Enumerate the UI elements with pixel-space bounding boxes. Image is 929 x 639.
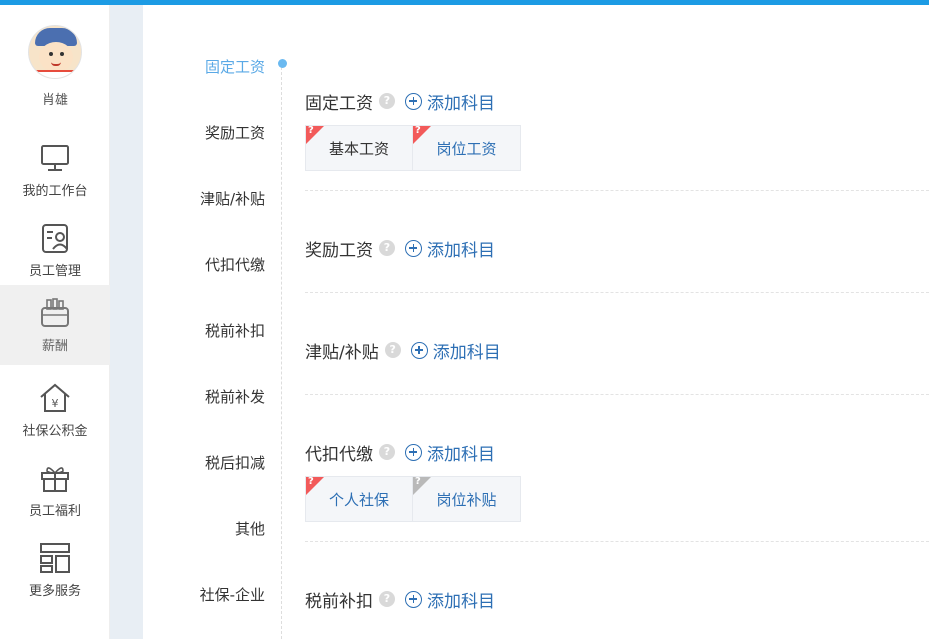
item-label: 个人社保 [328,490,389,509]
nav-item-salary[interactable]: 薪酬 [0,285,110,365]
item-label: 基本工资 [328,139,389,158]
section-divider [305,190,929,191]
user-profile[interactable]: 肖雄 [0,25,110,108]
help-icon[interactable]: ? [379,591,395,607]
add-item-button[interactable]: 添加科目 [405,89,495,114]
section-bonus-salary: 奖励工资 ? 添加科目 [305,236,929,261]
question-glyph: ? [308,476,314,487]
nav-item-employee-management[interactable]: 员工管理 [0,210,110,290]
subnav-item-bonus-salary[interactable]: 奖励工资 [205,122,265,143]
nav-label: 员工福利 [28,504,81,519]
employee-card-icon [42,224,68,253]
avatar[interactable] [28,25,82,79]
subnav-item-allowance[interactable]: 津贴/补贴 [200,188,265,209]
section-allowance: 津贴/补贴 ? 添加科目 [305,338,929,363]
nav-item-benefits[interactable]: 员工福利 [0,450,110,530]
house-yen-icon: ¥ [40,383,70,412]
add-item-label: 添加科目 [427,591,495,612]
grid-icon [40,543,70,573]
salary-items-panel: 固定工资 ? 添加科目 ? 基本工资 ? 岗位工资 奖励工资 ? 添加科目 津贴… [305,5,929,639]
sidebar: 肖雄 我的工作台 员工管理 薪酬 ¥ 社保公积金 员工福利 更多服务 [0,5,110,639]
salary-item-tag[interactable]: ? 基本工资 [305,125,413,171]
nav-label: 员工管理 [28,264,81,279]
add-item-button[interactable]: 添加科目 [405,236,495,261]
section-divider [305,292,929,293]
section-withholding: 代扣代缴 ? 添加科目 ? 个人社保 ? 岗位补贴 [305,440,929,522]
subnav-item-social-security-company[interactable]: 社保-企业 [200,584,265,605]
subnav-item-pretax-deduction[interactable]: 税前补扣 [205,320,265,341]
item-label: 岗位工资 [436,139,497,158]
monitor-icon [41,145,69,171]
nav-label: 我的工作台 [22,184,88,199]
user-name: 肖雄 [41,93,68,108]
section-title: 税前补扣 [305,591,373,612]
nav-item-workbench[interactable]: 我的工作台 [0,130,110,210]
question-glyph: ? [308,125,314,136]
section-title: 津贴/补贴 [305,342,379,363]
add-item-button[interactable]: 添加科目 [405,440,495,465]
help-icon[interactable]: ? [379,93,395,109]
subnav-item-other[interactable]: 其他 [235,518,265,539]
nav-item-more-services[interactable]: 更多服务 [0,530,110,610]
subnav-item-aftertax-deduction[interactable]: 税后扣减 [205,452,265,473]
plus-circle-icon [405,590,422,608]
plus-circle-icon [405,92,422,110]
svg-text:¥: ¥ [52,397,59,410]
subnav-item-withholding[interactable]: 代扣代缴 [205,254,265,275]
section-title: 代扣代缴 [305,444,373,465]
help-icon[interactable]: ? [379,444,395,460]
nav-label: 更多服务 [28,584,81,599]
salary-item-tag[interactable]: ? 岗位工资 [413,125,521,171]
item-label: 岗位补贴 [436,490,497,509]
subnav-item-pretax-reissue[interactable]: 税前补发 [205,386,265,407]
category-nav: 固定工资 奖励工资 津贴/补贴 代扣代缴 税前补扣 税前补发 税后扣减 其他 社… [143,5,283,639]
section-title: 奖励工资 [305,240,373,261]
nav-label: 社保公积金 [22,424,88,439]
timeline-line [281,62,282,639]
gift-icon [41,467,69,492]
add-item-label: 添加科目 [427,240,495,261]
salary-item-tag[interactable]: ? 岗位补贴 [413,476,521,522]
add-item-label: 添加科目 [427,93,495,114]
add-item-label: 添加科目 [427,444,495,465]
add-item-label: 添加科目 [432,342,501,363]
question-glyph: ? [415,476,421,487]
salary-item-tag[interactable]: ? 个人社保 [305,476,413,522]
add-item-button[interactable]: 添加科目 [405,587,495,612]
section-fixed-salary: 固定工资 ? 添加科目 ? 基本工资 ? 岗位工资 [305,89,929,171]
help-icon[interactable]: ? [384,342,401,358]
section-divider [305,541,929,542]
plus-circle-icon [410,341,428,359]
plus-circle-icon [405,443,422,461]
section-pretax-deduction: 税前补扣 ? 添加科目 [305,587,929,612]
nav-label: 薪酬 [41,339,68,354]
timeline-active-dot [278,59,287,68]
plus-circle-icon [405,239,422,257]
section-title: 固定工资 [305,93,373,114]
question-glyph: ? [415,125,421,136]
subnav-item-fixed-salary[interactable]: 固定工资 [205,56,265,77]
section-divider [305,394,929,395]
sidebar-gutter [110,5,143,639]
nav-item-social-security[interactable]: ¥ 社保公积金 [0,370,110,450]
add-item-button[interactable]: 添加科目 [410,338,501,363]
wallet-icon [41,298,69,327]
help-icon[interactable]: ? [379,240,395,256]
